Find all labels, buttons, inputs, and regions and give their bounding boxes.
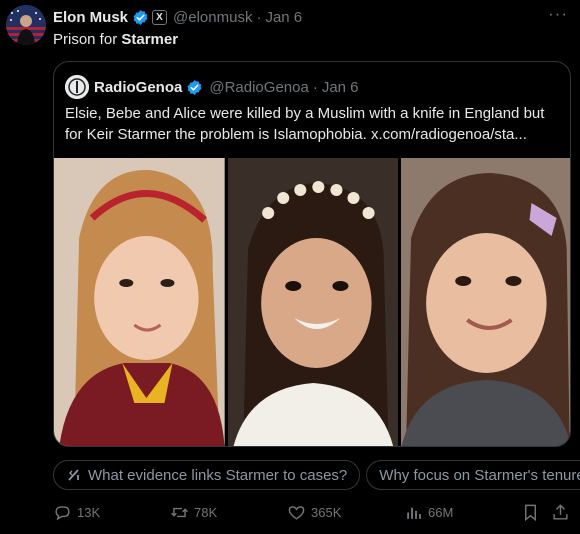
suggestion-chips: What evidence links Starmer to cases? Wh… xyxy=(53,460,580,490)
post-date[interactable]: Jan 6 xyxy=(265,9,302,26)
x-affiliate-icon[interactable]: X xyxy=(152,9,168,25)
heart-icon xyxy=(288,506,305,520)
action-bar: 13K 78K 365K 66M xyxy=(53,503,573,527)
suggestion-chip-1-label: What evidence links Starmer to cases? xyxy=(88,466,348,484)
photo-2-image xyxy=(227,158,399,446)
grok-icon xyxy=(68,469,79,481)
repost-icon xyxy=(171,507,188,518)
views-icon xyxy=(407,507,421,519)
views-button[interactable]: 66M xyxy=(404,503,453,522)
share-button[interactable] xyxy=(551,503,570,522)
repost-count: 78K xyxy=(194,505,218,520)
avatar-image xyxy=(6,5,46,45)
photo-1[interactable] xyxy=(54,158,225,446)
reply-count: 13K xyxy=(77,505,101,520)
quoted-post-card[interactable]: RadioGenoa @RadioGenoa · Jan 6 Elsie, Be… xyxy=(53,61,571,447)
suggestion-chip-2-label: Why focus on Starmer's tenure xyxy=(379,466,580,484)
quoted-post-date[interactable]: Jan 6 xyxy=(322,79,359,96)
suggestion-chip-2[interactable]: Why focus on Starmer's tenure xyxy=(366,460,580,490)
photo-2[interactable] xyxy=(227,158,399,446)
reply-icon xyxy=(55,506,70,521)
like-button[interactable]: 365K xyxy=(287,503,341,522)
photo-3-image xyxy=(401,158,570,446)
author-avatar[interactable] xyxy=(6,5,46,45)
author-name[interactable]: Elon Musk xyxy=(53,9,128,26)
quoted-post-images xyxy=(54,158,570,446)
share-icon xyxy=(553,504,568,520)
bookmark-icon xyxy=(525,504,536,522)
quoted-post-text: Elsie, Bebe and Alice were killed by a M… xyxy=(65,105,545,143)
post-text: Prison for Starmer xyxy=(53,31,178,48)
quoted-author-handle[interactable]: @RadioGenoa xyxy=(209,79,308,96)
post-text-prefix: Prison for xyxy=(53,31,122,48)
reply-button[interactable]: 13K xyxy=(53,503,100,522)
post-header: Elon Musk X @elonmusk · Jan 6 xyxy=(53,7,302,27)
quoted-post-header: RadioGenoa @RadioGenoa · Jan 6 xyxy=(65,75,359,99)
verified-badge-icon xyxy=(133,9,148,25)
like-count: 365K xyxy=(311,505,342,520)
bookmark-button[interactable] xyxy=(521,503,540,522)
views-count: 66M xyxy=(428,505,454,520)
repost-button[interactable]: 78K xyxy=(170,503,217,522)
more-options-icon[interactable]: ··· xyxy=(548,4,568,24)
author-handle[interactable]: @elonmusk xyxy=(173,9,252,26)
photo-1-image xyxy=(54,158,225,446)
quoted-separator-dot: · xyxy=(312,78,318,96)
suggestion-chip-1[interactable]: What evidence links Starmer to cases? xyxy=(53,460,361,490)
quoted-author-avatar[interactable] xyxy=(65,75,89,99)
separator-dot: · xyxy=(256,8,262,26)
quoted-verified-badge-icon xyxy=(187,79,202,95)
photo-3[interactable] xyxy=(401,158,570,446)
radiogenoa-logo-icon xyxy=(65,75,89,99)
quoted-author-name[interactable]: RadioGenoa xyxy=(94,79,182,96)
post-text-bold: Starmer xyxy=(121,31,179,48)
